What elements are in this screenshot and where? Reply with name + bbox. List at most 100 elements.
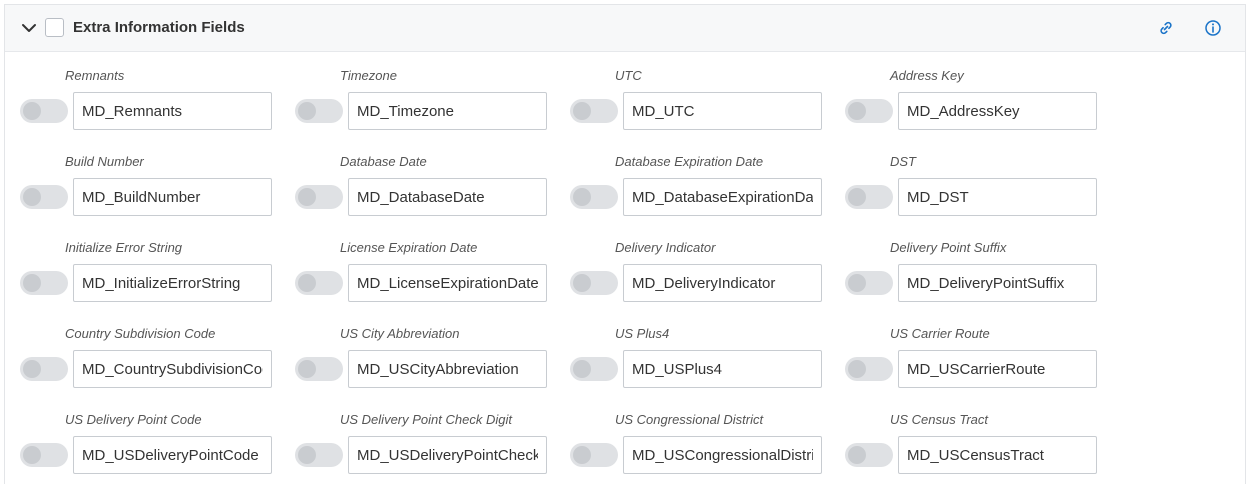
field-input[interactable] bbox=[73, 436, 272, 474]
field-toggle[interactable] bbox=[20, 357, 68, 381]
toggle-knob bbox=[848, 188, 866, 206]
field-toggle[interactable] bbox=[20, 271, 68, 295]
field-input[interactable] bbox=[348, 264, 547, 302]
field-toggle[interactable] bbox=[570, 99, 618, 123]
field-input[interactable] bbox=[348, 436, 547, 474]
section-checkbox[interactable] bbox=[45, 18, 64, 37]
field-label: DST bbox=[890, 154, 916, 169]
field-toggle[interactable] bbox=[845, 99, 893, 123]
field-us-plus4: US Plus4 bbox=[555, 310, 822, 388]
panel-header: Extra Information Fields bbox=[5, 5, 1245, 52]
field-input[interactable] bbox=[348, 350, 547, 388]
field-toggle[interactable] bbox=[845, 185, 893, 209]
field-toggle[interactable] bbox=[570, 271, 618, 295]
field-remnants: Remnants bbox=[5, 52, 272, 130]
toggle-knob bbox=[573, 102, 591, 120]
field-input[interactable] bbox=[73, 264, 272, 302]
field-us-congressional-district: US Congressional District bbox=[555, 396, 822, 474]
toggle-knob bbox=[298, 446, 316, 464]
toggle-knob bbox=[23, 274, 41, 292]
field-delivery-indicator: Delivery Indicator bbox=[555, 224, 822, 302]
chevron-down-icon[interactable] bbox=[21, 20, 37, 36]
toggle-knob bbox=[23, 446, 41, 464]
toggle-knob bbox=[298, 188, 316, 206]
field-us-delivery-point-code: US Delivery Point Code bbox=[5, 396, 272, 474]
field-toggle[interactable] bbox=[295, 99, 343, 123]
field-input[interactable] bbox=[898, 436, 1097, 474]
field-label: Address Key bbox=[890, 68, 964, 83]
toggle-knob bbox=[573, 188, 591, 206]
field-toggle[interactable] bbox=[570, 185, 618, 209]
field-label: US Carrier Route bbox=[890, 326, 990, 341]
toggle-knob bbox=[848, 274, 866, 292]
field-label: Database Date bbox=[340, 154, 427, 169]
field-input[interactable] bbox=[348, 178, 547, 216]
field-input[interactable] bbox=[898, 350, 1097, 388]
toggle-knob bbox=[573, 360, 591, 378]
field-toggle[interactable] bbox=[295, 185, 343, 209]
field-delivery-point-suffix: Delivery Point Suffix bbox=[830, 224, 1097, 302]
field-label: US Delivery Point Code bbox=[65, 412, 202, 427]
info-icon[interactable] bbox=[1204, 19, 1222, 37]
toggle-knob bbox=[23, 360, 41, 378]
field-label: US City Abbreviation bbox=[340, 326, 460, 341]
field-label: License Expiration Date bbox=[340, 240, 478, 255]
field-input[interactable] bbox=[348, 92, 547, 130]
field-label: US Delivery Point Check Digit bbox=[340, 412, 512, 427]
toggle-knob bbox=[573, 446, 591, 464]
toggle-knob bbox=[848, 360, 866, 378]
field-input[interactable] bbox=[73, 350, 272, 388]
field-toggle[interactable] bbox=[845, 357, 893, 381]
field-label: US Plus4 bbox=[615, 326, 670, 341]
field-toggle[interactable] bbox=[845, 271, 893, 295]
extra-information-panel: Extra Information Fields Remnants Timezo… bbox=[4, 4, 1246, 484]
field-toggle[interactable] bbox=[20, 443, 68, 467]
field-toggle[interactable] bbox=[20, 185, 68, 209]
field-input[interactable] bbox=[898, 178, 1097, 216]
field-label: US Census Tract bbox=[890, 412, 989, 427]
field-toggle[interactable] bbox=[295, 357, 343, 381]
field-input[interactable] bbox=[73, 92, 272, 130]
field-toggle[interactable] bbox=[20, 99, 68, 123]
field-input[interactable] bbox=[623, 436, 822, 474]
field-label: Database Expiration Date bbox=[615, 154, 764, 169]
link-icon[interactable] bbox=[1157, 19, 1175, 37]
field-input[interactable] bbox=[898, 92, 1097, 130]
field-us-delivery-point-check-digit: US Delivery Point Check Digit bbox=[280, 396, 547, 474]
field-us-carrier-route: US Carrier Route bbox=[830, 310, 1097, 388]
field-database-date: Database Date bbox=[280, 138, 547, 216]
toggle-knob bbox=[848, 102, 866, 120]
field-dst: DST bbox=[830, 138, 1097, 216]
field-us-census-tract: US Census Tract bbox=[830, 396, 1097, 474]
field-label: Delivery Indicator bbox=[615, 240, 716, 255]
field-label: Remnants bbox=[65, 68, 125, 83]
field-label: UTC bbox=[615, 68, 642, 83]
field-address-key: Address Key bbox=[830, 52, 1097, 130]
field-input[interactable] bbox=[623, 178, 822, 216]
toggle-knob bbox=[23, 102, 41, 120]
field-toggle[interactable] bbox=[295, 271, 343, 295]
field-toggle[interactable] bbox=[845, 443, 893, 467]
field-country-subdivision-code: Country Subdivision Code bbox=[5, 310, 272, 388]
field-toggle[interactable] bbox=[570, 443, 618, 467]
field-timezone: Timezone bbox=[280, 52, 547, 130]
field-input[interactable] bbox=[898, 264, 1097, 302]
field-input[interactable] bbox=[623, 264, 822, 302]
field-label: Build Number bbox=[65, 154, 144, 169]
field-input[interactable] bbox=[623, 92, 822, 130]
field-input[interactable] bbox=[623, 350, 822, 388]
section-title: Extra Information Fields bbox=[73, 19, 245, 36]
field-label: Delivery Point Suffix bbox=[890, 240, 1007, 255]
field-toggle[interactable] bbox=[295, 443, 343, 467]
toggle-knob bbox=[848, 446, 866, 464]
toggle-knob bbox=[298, 360, 316, 378]
field-build-number: Build Number bbox=[5, 138, 272, 216]
field-label: US Congressional District bbox=[615, 412, 764, 427]
field-initialize-error-string: Initialize Error String bbox=[5, 224, 272, 302]
field-toggle[interactable] bbox=[570, 357, 618, 381]
field-input[interactable] bbox=[73, 178, 272, 216]
field-utc: UTC bbox=[555, 52, 822, 130]
toggle-knob bbox=[573, 274, 591, 292]
field-license-expiration-date: License Expiration Date bbox=[280, 224, 547, 302]
toggle-knob bbox=[298, 102, 316, 120]
